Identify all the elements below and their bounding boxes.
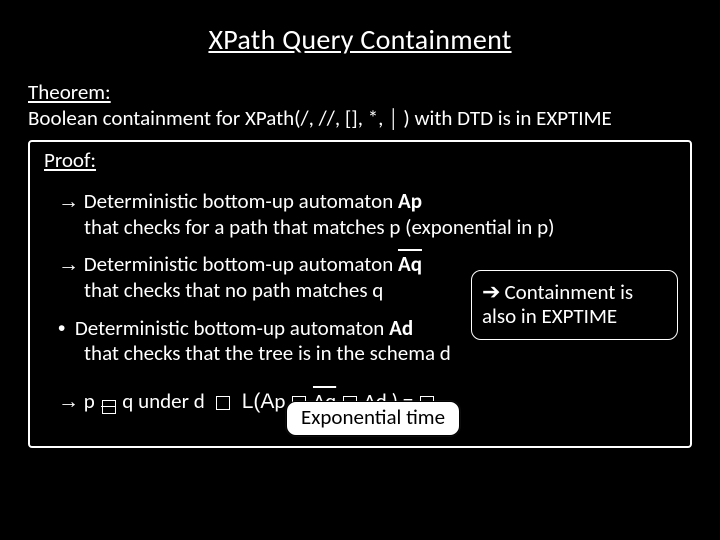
proof-label: Proof: [44,148,676,174]
arrow-icon: → [58,190,79,213]
automaton-ap: Ap [398,188,422,214]
slide: XPath Query Containment Theorem: Boolean… [0,0,720,540]
proof-item-1-line1: Deterministic bottom-up automaton [84,188,393,214]
proof-item-1: → Deterministic bottom-up automaton Ap t… [58,189,676,240]
operator-icon [216,396,230,410]
bullet-icon: • [58,317,65,340]
final-L: L(A [242,390,275,413]
arrow-icon: → [58,253,79,276]
final-p2: p [274,388,285,414]
final-p: p [84,388,95,414]
exponential-time-tag: Exponential time [286,401,460,437]
proof-item-1-line2: that checks for a path that matches p (e… [58,215,676,241]
theorem-text: Boolean containment for XPath(/, //, [],… [28,105,612,131]
proof-item-3-line2: that checks that the tree is in the sche… [58,341,676,367]
proof-box: Proof: → Deterministic bottom-up automat… [28,140,692,449]
final-q: q under d [122,388,204,414]
proof-item-3-line1: Deterministic bottom-up automaton [75,315,384,341]
theorem-block: Theorem: Boolean containment for XPath(/… [28,79,692,132]
automaton-aq-bar: Aq [398,251,422,277]
callout-box: ➔Containment is also in EXPTIME [471,270,678,341]
proof-item-2-line1: Deterministic bottom-up automaton [84,251,393,277]
contained-in-icon [102,400,116,414]
automaton-ad: Ad [389,315,413,341]
fat-arrow-icon: ➔ [482,279,500,304]
slide-title: XPath Query Containment [28,22,692,57]
arrow-icon: → [58,390,79,413]
theorem-label: Theorem: [28,79,111,105]
callout-text: Containment is also in EXPTIME [482,279,633,330]
